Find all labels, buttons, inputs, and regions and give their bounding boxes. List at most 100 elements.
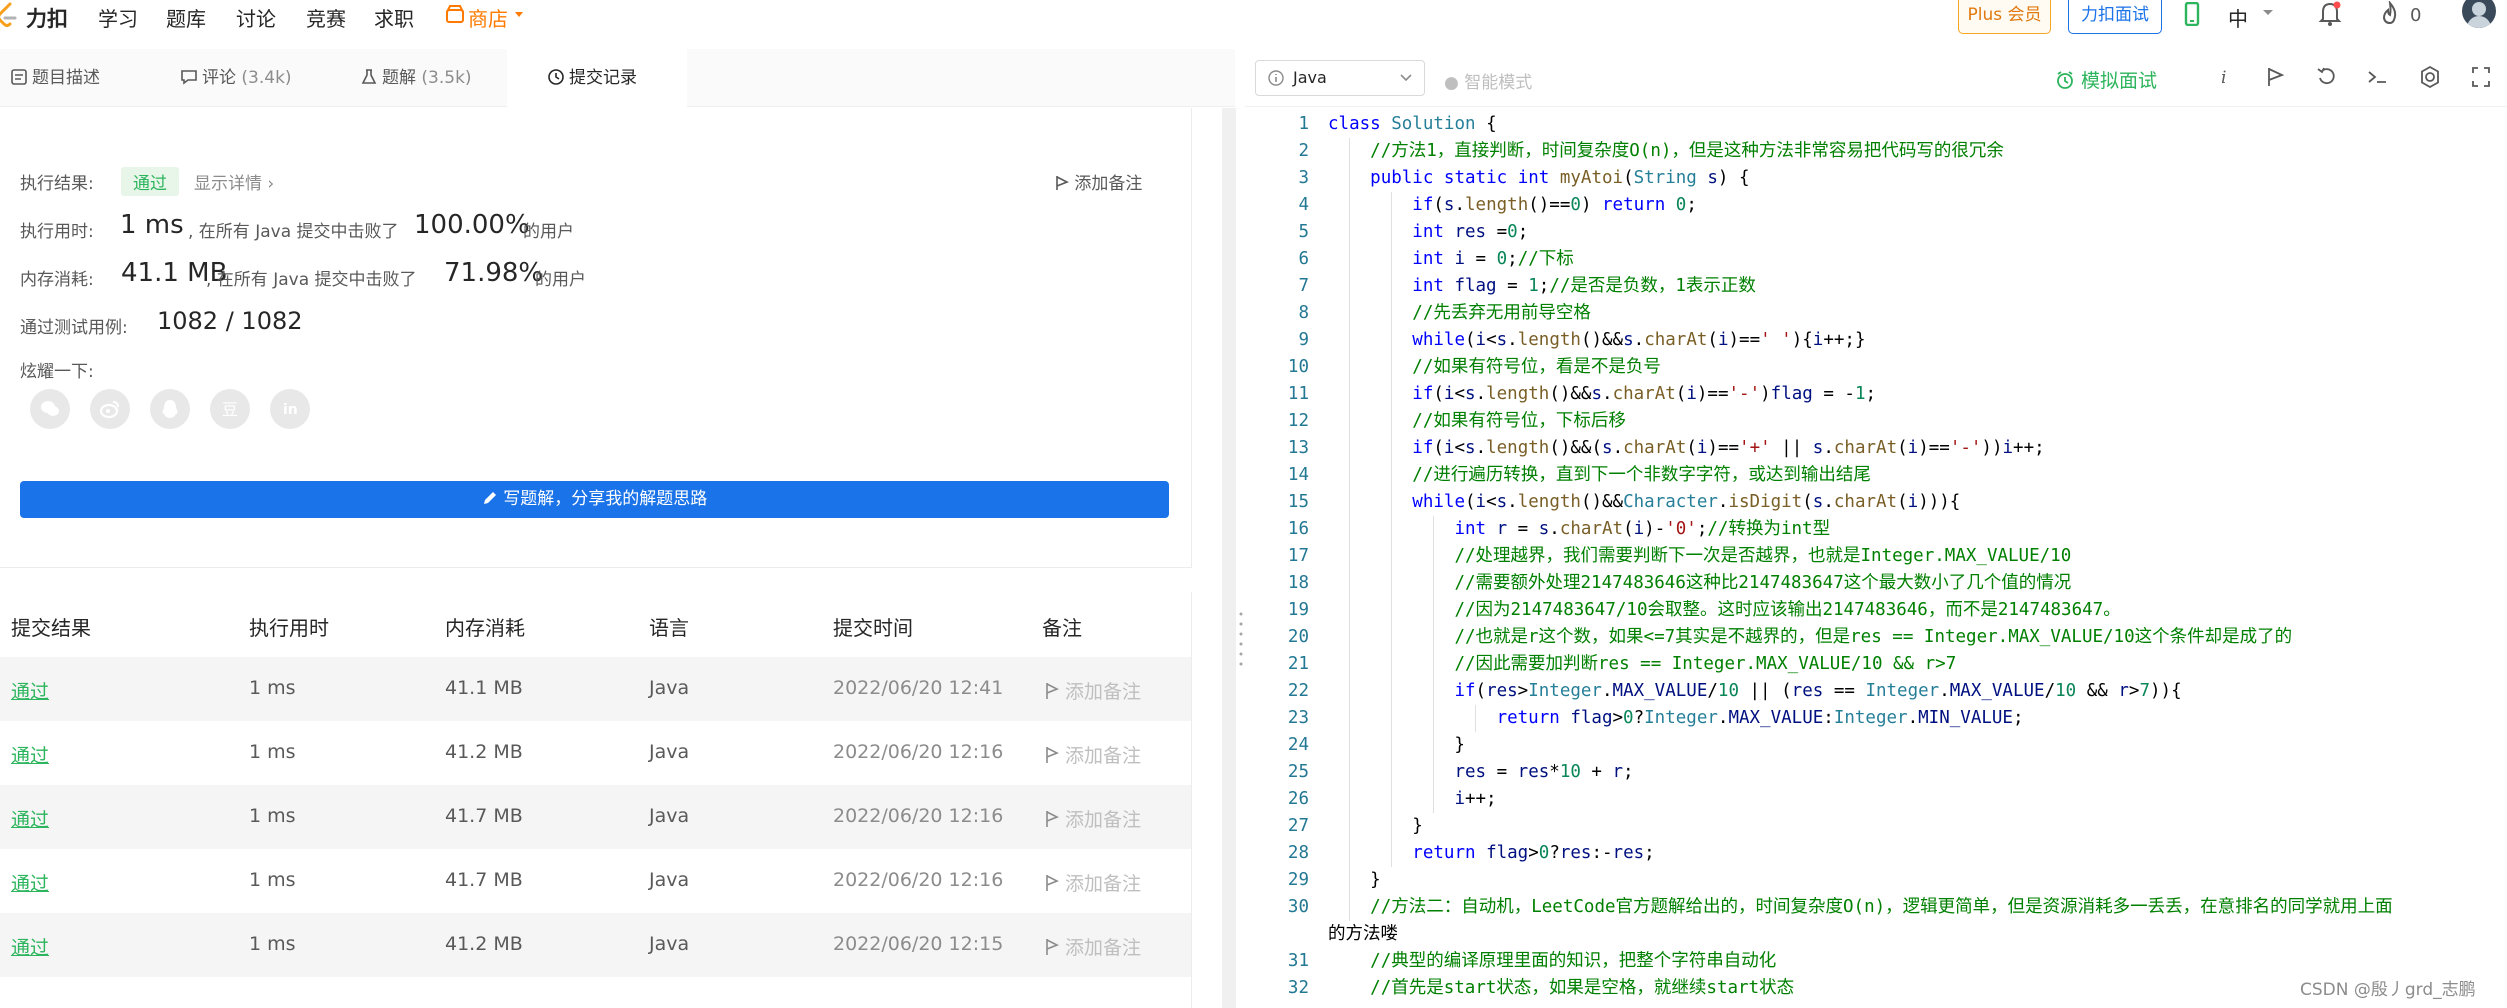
code-line: 17 //处理越界，我们需要判断下一次是否越界，也就是Integer.MAX_V… xyxy=(1245,543,2507,570)
code-text: //因为2147483647/10会取整。这时应该输出2147483646，而不… xyxy=(1454,600,2121,620)
submit-time-cell: 2022/06/20 12:16 xyxy=(833,741,1004,763)
nav-learn[interactable]: 学习 xyxy=(98,3,138,32)
flag-icon xyxy=(1046,683,1059,699)
svg-text:i: i xyxy=(2221,68,2226,88)
line-number: 22 xyxy=(1287,681,1309,701)
code-text: } xyxy=(1328,816,1423,836)
nav-contest[interactable]: 竞赛 xyxy=(306,3,346,32)
code-text: public static int myAtoi(String s) { xyxy=(1370,168,1750,188)
line-number: 29 xyxy=(1287,870,1309,890)
line-number: 27 xyxy=(1287,816,1309,836)
code-line: 26 i++; xyxy=(1245,786,2507,813)
plus-membership-button[interactable]: Plus 会员 xyxy=(1958,0,2051,34)
code-text: //进行遍历转换，直到下一个非数字字符，或达到输出结尾 xyxy=(1412,465,1871,485)
show-details-link[interactable]: 显示详情 › xyxy=(194,169,274,194)
douban-icon[interactable]: 豆 xyxy=(210,389,250,429)
nav-store[interactable]: 商店 xyxy=(468,3,508,32)
col-submit-time: 提交时间 xyxy=(833,616,913,640)
mock-interview-button[interactable]: 模拟面试 xyxy=(2055,66,2157,93)
runtime-cell: 1 ms xyxy=(249,741,296,763)
tests-value: 1082 / 1082 xyxy=(157,307,303,335)
weibo-icon[interactable] xyxy=(90,389,130,429)
brand-name[interactable]: 力扣 xyxy=(26,3,68,33)
runtime-cell: 1 ms xyxy=(249,933,296,955)
code-line: 6 int i = 0;//下标 xyxy=(1245,246,2507,273)
code-line: 20 //也就是r这个数，如果<=7其实是不越界的，但是res == Integ… xyxy=(1245,624,2507,651)
nav-discuss[interactable]: 讨论 xyxy=(236,3,276,32)
code-line: 27 } xyxy=(1245,813,2507,840)
settings-icon[interactable] xyxy=(2418,65,2442,89)
code-line: 3 public static int myAtoi(String s) { xyxy=(1245,165,2507,192)
store-icon xyxy=(446,5,464,23)
nav-problemset[interactable]: 题库 xyxy=(166,3,206,32)
language-select[interactable]: Java xyxy=(1255,60,1425,96)
code-text: if(i<s.length()&&s.charAt(i)=='-')flag =… xyxy=(1412,384,1877,404)
language-cell: Java xyxy=(649,933,690,955)
mobile-app-icon[interactable] xyxy=(2184,2,2200,26)
drag-handle-icon[interactable] xyxy=(1239,610,1243,674)
bell-icon[interactable] xyxy=(2318,0,2342,28)
write-solution-button[interactable]: 写题解，分享我的解题思路 xyxy=(20,481,1169,518)
col-status: 提交结果 xyxy=(11,616,91,640)
table-row: 通过 1 ms 41.7 MB Java 2022/06/20 12:16 添加… xyxy=(0,849,1191,913)
code-editor[interactable]: 1 class Solution {2 //方法1，直接判断，时间复杂度O(n)，… xyxy=(1245,108,2507,1008)
code-line: 5 int res =0; xyxy=(1245,219,2507,246)
code-text: //处理越界，我们需要判断下一次是否越界，也就是Integer.MAX_VALU… xyxy=(1454,546,2072,566)
reset-icon[interactable] xyxy=(2316,65,2338,89)
code-line: 28 return flag>0?res:-res; xyxy=(1245,840,2507,867)
add-note-button[interactable]: 添加备注 xyxy=(1045,933,1141,960)
language-switch[interactable]: 中 xyxy=(2228,3,2248,32)
code-line: 14 //进行遍历转换，直到下一个非数字字符，或达到输出结尾 xyxy=(1245,462,2507,489)
tab-comments[interactable]: 评论 (3.4k) xyxy=(170,49,320,107)
line-number: 14 xyxy=(1287,465,1309,485)
pane-splitter[interactable] xyxy=(1222,108,1236,1008)
tab-solutions[interactable]: 题解 (3.5k) xyxy=(350,49,500,107)
language-cell: Java xyxy=(649,677,690,699)
code-text: if(s.length()==0) return 0; xyxy=(1412,195,1697,215)
status-link[interactable]: 通过 xyxy=(11,869,49,896)
code-text: //也就是r这个数，如果<=7其实是不越界的，但是res == Integer.… xyxy=(1454,627,2293,647)
submit-time-cell: 2022/06/20 12:16 xyxy=(833,805,1004,827)
code-text: class Solution { xyxy=(1328,114,1497,134)
submit-time-cell: 2022/06/20 12:15 xyxy=(833,933,1004,955)
memory-cell: 41.2 MB xyxy=(445,741,523,763)
smart-mode-toggle[interactable]: ● 智能模式 xyxy=(1444,68,1532,93)
add-note-button[interactable]: 添加备注 xyxy=(1045,869,1141,896)
fire-icon[interactable] xyxy=(2380,1,2400,27)
fullscreen-icon[interactable] xyxy=(2470,65,2492,89)
console-icon[interactable] xyxy=(2366,65,2390,89)
code-text: int i = 0;//下标 xyxy=(1412,249,1574,269)
linkedin-icon[interactable]: in xyxy=(270,389,310,429)
memory-cell: 41.7 MB xyxy=(445,805,523,827)
language-cell: Java xyxy=(649,805,690,827)
code-line: 7 int flag = 1;//是否是负数，1表示正数 xyxy=(1245,273,2507,300)
code-text: //因此需要加判断res == Integer.MAX_VALUE/10 && … xyxy=(1454,654,1957,674)
nav-jobs[interactable]: 求职 xyxy=(374,3,414,32)
tab-description[interactable]: 题目描述 xyxy=(0,49,150,107)
qq-icon[interactable] xyxy=(150,389,190,429)
status-link[interactable]: 通过 xyxy=(11,933,49,960)
italic-info-icon[interactable]: i xyxy=(2215,65,2235,89)
code-line: 22 if(res>Integer.MAX_VALUE/10 || (res =… xyxy=(1245,678,2507,705)
tests-label: 通过测试用例: xyxy=(20,318,128,338)
col-note: 备注 xyxy=(1042,616,1082,640)
share-label: 炫耀一下: xyxy=(20,362,94,382)
status-link[interactable]: 通过 xyxy=(11,677,49,704)
code-line: 29 } xyxy=(1245,867,2507,894)
line-number: 16 xyxy=(1287,519,1309,539)
code-line: 21 //因此需要加判断res == Integer.MAX_VALUE/10 … xyxy=(1245,651,2507,678)
add-note-button[interactable]: 添加备注 xyxy=(1045,805,1141,832)
add-note-button[interactable]: 添加备注 xyxy=(1045,677,1141,704)
avatar[interactable] xyxy=(2462,0,2496,28)
add-note-button[interactable]: 添加备注 xyxy=(1055,169,1142,194)
leetcode-logo-icon[interactable] xyxy=(0,2,18,28)
editor-toolbar: Java ● 智能模式 模拟面试 i xyxy=(1245,49,2507,107)
status-link[interactable]: 通过 xyxy=(11,805,49,832)
tab-submissions[interactable]: 提交记录 xyxy=(507,49,687,107)
wechat-icon[interactable] xyxy=(30,389,70,429)
status-link[interactable]: 通过 xyxy=(11,741,49,768)
interview-button[interactable]: 力扣面试 xyxy=(2068,0,2162,34)
flag-icon[interactable] xyxy=(2265,65,2287,89)
add-note-button[interactable]: 添加备注 xyxy=(1045,741,1141,768)
code-line: 15 while(i<s.length()&&Character.isDigit… xyxy=(1245,489,2507,516)
